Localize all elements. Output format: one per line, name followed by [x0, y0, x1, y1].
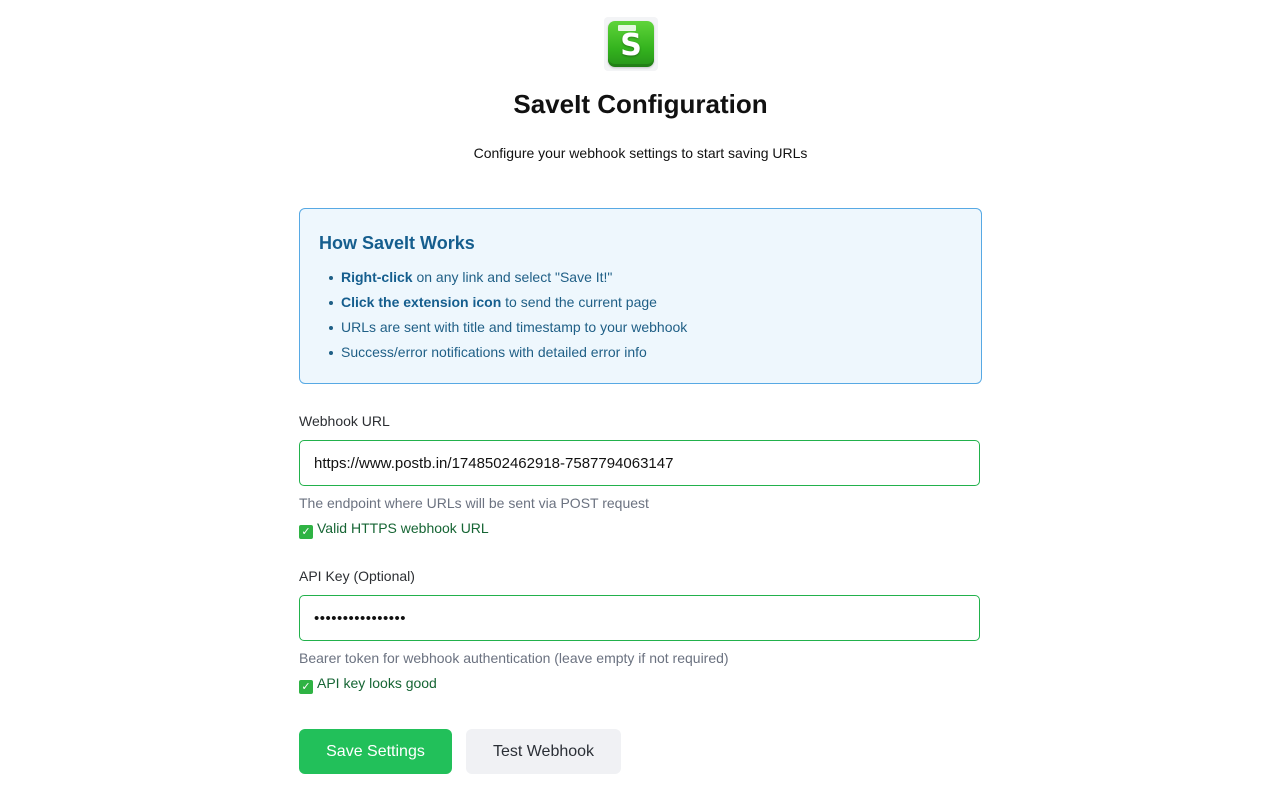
list-item-text: URLs are sent with title and timestamp t… [341, 319, 688, 335]
test-webhook-button[interactable]: Test Webhook [466, 729, 621, 774]
api-key-status-text: API key looks good [317, 675, 437, 691]
list-item-bold: Click the extension icon [341, 294, 502, 310]
how-it-works-title: How SaveIt Works [319, 233, 475, 253]
list-item-text: on any link and select "Save It!" [412, 269, 613, 285]
list-item-text: to send the current page [501, 294, 657, 310]
list-item: Right-click on any link and select "Save… [319, 265, 687, 290]
webhook-url-status: ✓ Valid HTTPS webhook URL [299, 519, 489, 539]
check-mark-icon: ✓ [299, 680, 313, 694]
webhook-url-input[interactable] [299, 440, 980, 486]
page-subtitle: Configure your webhook settings to start… [473, 145, 808, 161]
webhook-url-label: Webhook URL [299, 413, 390, 429]
list-item: URLs are sent with title and timestamp t… [319, 315, 687, 340]
list-item: Success/error notifications with detaile… [319, 340, 687, 365]
api-key-label: API Key (Optional) [299, 568, 415, 584]
api-key-input[interactable] [299, 595, 980, 641]
app-logo: S [604, 17, 658, 71]
how-it-works-panel: How SaveIt Works Right-click on any link… [299, 208, 982, 384]
check-mark-icon: ✓ [299, 525, 313, 539]
webhook-url-status-text: Valid HTTPS webhook URL [317, 520, 489, 536]
api-key-status: ✓ API key looks good [299, 674, 437, 694]
list-item-text: Success/error notifications with detaile… [341, 344, 647, 360]
options-page: S SaveIt Configuration Configure your we… [0, 0, 1280, 800]
page-title: SaveIt Configuration [513, 89, 768, 119]
api-key-hint: Bearer token for webhook authentication … [299, 650, 729, 666]
how-it-works-list: Right-click on any link and select "Save… [319, 265, 687, 365]
floppy-disk-dollar-icon: S [608, 21, 654, 67]
save-settings-button[interactable]: Save Settings [299, 729, 452, 774]
webhook-url-hint: The endpoint where URLs will be sent via… [299, 495, 649, 511]
logo-letter: S [620, 28, 642, 63]
list-item: Click the extension icon to send the cur… [319, 290, 687, 315]
list-item-bold: Right-click [341, 269, 413, 285]
